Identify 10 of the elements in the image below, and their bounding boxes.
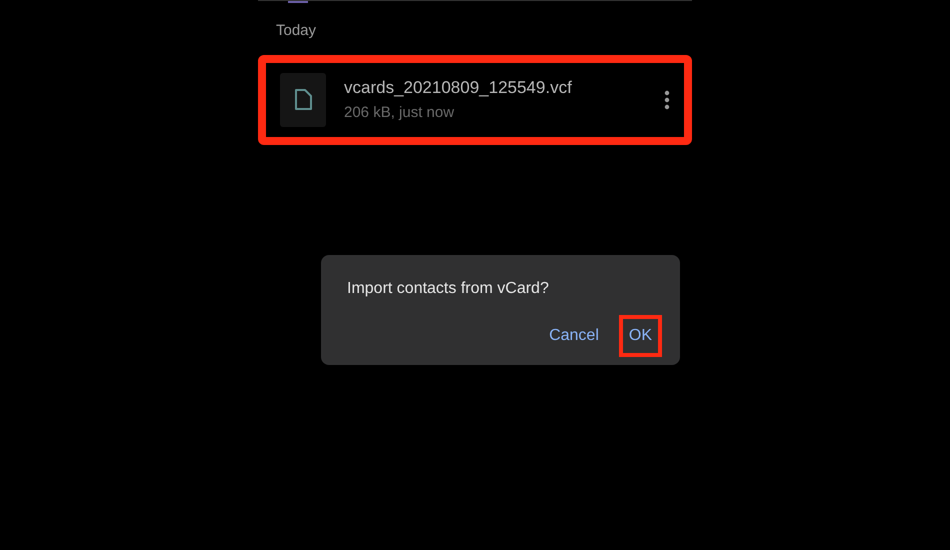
dialog-button[interactable]: OK <box>618 315 662 357</box>
dialog-message: Import contacts from vCard? <box>347 279 550 299</box>
file-icon <box>294 88 312 110</box>
file-item[interactable]: vcards_20210809_125549.vcf 206 kB, just now <box>258 54 692 144</box>
file-details: 206 kB, just now <box>344 103 456 123</box>
file-name: vcards_20210809_125549.vcf <box>344 76 573 98</box>
dialog-button[interactable]: Cancel <box>539 315 609 357</box>
tab-indicator <box>288 1 308 3</box>
section-header: Today <box>276 21 318 41</box>
more-icon[interactable] <box>664 90 670 110</box>
